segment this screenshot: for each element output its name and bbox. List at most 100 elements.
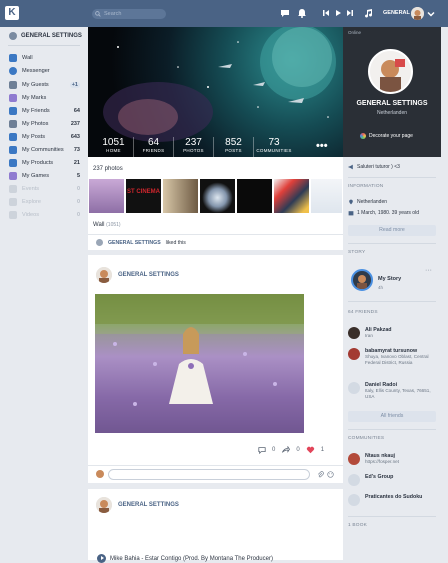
profile-avatar[interactable] bbox=[368, 49, 413, 94]
community-item[interactable]: Ed's Group bbox=[348, 474, 438, 486]
profile-card: Online GENERAL SETTINGS Netherlanden Dec… bbox=[343, 27, 441, 157]
heart-icon[interactable] bbox=[306, 446, 315, 454]
bell-icon[interactable] bbox=[297, 8, 307, 18]
friends-title[interactable]: 64 FRIENDS bbox=[348, 310, 378, 315]
sidebar-item-label: My Products bbox=[22, 159, 54, 166]
decorate-button[interactable]: Decorate your page bbox=[360, 133, 413, 139]
story-more-icon[interactable]: ··· bbox=[425, 267, 432, 274]
community-avatar bbox=[348, 453, 360, 465]
photos-title[interactable]: 237 photos bbox=[93, 166, 123, 172]
sidebar-item-products[interactable]: My Products 21 bbox=[9, 157, 80, 168]
sidebar-item-label: My Marks bbox=[22, 94, 47, 101]
search-input[interactable]: Search bbox=[92, 9, 166, 19]
top-username[interactable]: GENERAL bbox=[383, 10, 410, 16]
stat-home[interactable]: 1051 HOME bbox=[94, 137, 134, 157]
music-icon[interactable] bbox=[363, 8, 373, 18]
photo-thumb[interactable]: ST CINEMA bbox=[126, 179, 161, 213]
divider bbox=[348, 429, 436, 430]
community-avatar bbox=[348, 494, 360, 506]
story-name[interactable]: My Story bbox=[378, 276, 401, 282]
comment-input[interactable] bbox=[108, 469, 310, 480]
post-avatar[interactable] bbox=[96, 497, 112, 513]
friend-item[interactable]: babamyrat tursunow Shuya, Ivanovo Oblast,… bbox=[348, 348, 438, 365]
sidebar-item-explore[interactable]: Explore 0 bbox=[9, 196, 80, 207]
play-icon[interactable] bbox=[97, 554, 106, 563]
all-friends-button[interactable]: All friends bbox=[348, 411, 436, 422]
liked-text: liked this bbox=[165, 239, 186, 246]
sidebar-item-videos[interactable]: Videos 0 bbox=[9, 209, 80, 220]
liked-user-link[interactable]: GENERAL SETTINGS bbox=[108, 240, 161, 246]
like-count: 1 bbox=[320, 447, 325, 453]
sidebar-item-marks[interactable]: My Marks bbox=[9, 92, 80, 103]
post-header: GENERAL SETTINGS bbox=[96, 267, 179, 283]
friend-location: Shuya, Ivanovo Oblast, Central Federal D… bbox=[365, 354, 429, 365]
main-content: 1051 HOME 64 FRIENDS 237 PHOTOS 852 POSTS 73… bbox=[88, 27, 343, 563]
sidebar-item-games[interactable]: My Games 5 bbox=[9, 170, 80, 181]
photo-thumb[interactable] bbox=[274, 179, 309, 213]
top-avatar[interactable] bbox=[411, 7, 424, 20]
sidebar-item-friends[interactable]: My Friends 64 bbox=[9, 105, 80, 116]
stat-label: COMMUNITIES bbox=[256, 148, 292, 153]
sidebar-item-events[interactable]: Events 0 bbox=[9, 183, 80, 194]
photo-thumb[interactable] bbox=[237, 179, 272, 213]
status-line: Saluteri tuturor ) <3 bbox=[348, 164, 400, 170]
chevron-down-icon[interactable] bbox=[426, 9, 436, 19]
read-more-button[interactable]: Read more bbox=[348, 225, 436, 236]
friend-item[interactable]: Daniel Radoi Italy, Ellis County, Texas, … bbox=[348, 382, 438, 399]
story-avatar[interactable] bbox=[351, 269, 373, 291]
wall-title-label: Wall bbox=[93, 222, 105, 228]
community-item[interactable]: Praticantes do Sudoku bbox=[348, 494, 438, 506]
stat-communities[interactable]: 73 COMMUNITIES bbox=[254, 137, 294, 157]
attach-icon[interactable] bbox=[317, 471, 324, 478]
photo-thumb[interactable] bbox=[89, 179, 124, 213]
community-item[interactable]: Ntaus nkauj https://fosper.net bbox=[348, 453, 438, 465]
scrollbar[interactable] bbox=[441, 27, 448, 560]
story-time: 4h bbox=[378, 285, 384, 290]
stat-value: 73 bbox=[268, 137, 280, 148]
music-attachment[interactable]: Mike Bahia - Estar Contigo (Prod. By Mon… bbox=[97, 554, 273, 563]
sidebar-item-posts[interactable]: My Posts 643 bbox=[9, 131, 80, 142]
photo-thumb[interactable] bbox=[200, 179, 235, 213]
post-avatar[interactable] bbox=[96, 267, 112, 283]
communities-title[interactable]: COMMUNITIES bbox=[348, 436, 384, 441]
more-icon[interactable]: ••• bbox=[316, 141, 328, 152]
post-divider bbox=[88, 483, 343, 489]
chat-icon[interactable] bbox=[280, 8, 290, 18]
community-avatar bbox=[348, 474, 360, 486]
sidebar-item-wall[interactable]: Wall bbox=[9, 52, 80, 63]
right-column: Online GENERAL SETTINGS Netherlanden Dec… bbox=[343, 27, 441, 560]
books-title[interactable]: 1 BOOK bbox=[348, 523, 367, 528]
friend-item[interactable]: Ali Pakzad Iran bbox=[348, 327, 438, 339]
stat-friends[interactable]: 64 FRIENDS bbox=[134, 137, 174, 157]
prev-track-icon[interactable] bbox=[321, 8, 331, 18]
birthday-text: 1 March, 1980. 39 years old bbox=[357, 210, 419, 216]
photo-thumb[interactable] bbox=[163, 179, 198, 213]
photo-strip: ST CINEMA bbox=[89, 179, 342, 213]
wall-count: (1051) bbox=[106, 222, 121, 228]
stat-posts[interactable]: 852 POSTS bbox=[214, 137, 254, 157]
sidebar-item-communities[interactable]: My Communities 73 bbox=[9, 144, 80, 155]
share-icon[interactable] bbox=[281, 446, 291, 454]
post-author[interactable]: GENERAL SETTINGS bbox=[118, 502, 179, 508]
search-placeholder: Search bbox=[104, 11, 122, 17]
play-icon[interactable] bbox=[333, 8, 343, 18]
profile-stats: 1051 HOME 64 FRIENDS 237 PHOTOS 852 POSTS 73… bbox=[94, 137, 339, 157]
post-image[interactable] bbox=[95, 294, 304, 433]
app-logo[interactable]: K bbox=[5, 6, 19, 20]
comment-icon[interactable] bbox=[258, 446, 266, 454]
friend-avatar bbox=[348, 327, 360, 339]
community-name: Ed's Group bbox=[365, 474, 394, 480]
emoji-icon[interactable] bbox=[327, 471, 334, 478]
photo-thumb[interactable] bbox=[311, 179, 342, 213]
sidebar-item-messenger[interactable]: Messenger bbox=[9, 65, 80, 76]
sidebar-item-label: Explore bbox=[22, 198, 41, 205]
comment-row bbox=[88, 465, 343, 480]
sidebar-item-guests[interactable]: My Guests +1 bbox=[9, 79, 80, 90]
megaphone-icon bbox=[348, 164, 353, 170]
post-author[interactable]: GENERAL SETTINGS bbox=[118, 272, 179, 278]
next-track-icon[interactable] bbox=[345, 8, 355, 18]
sidebar-user[interactable]: GENERAL SETTINGS bbox=[9, 32, 82, 40]
stat-photos[interactable]: 237 PHOTOS bbox=[174, 137, 214, 157]
sidebar-item-label: My Games bbox=[22, 172, 50, 179]
sidebar-item-photos[interactable]: My Photos 237 bbox=[9, 118, 80, 129]
